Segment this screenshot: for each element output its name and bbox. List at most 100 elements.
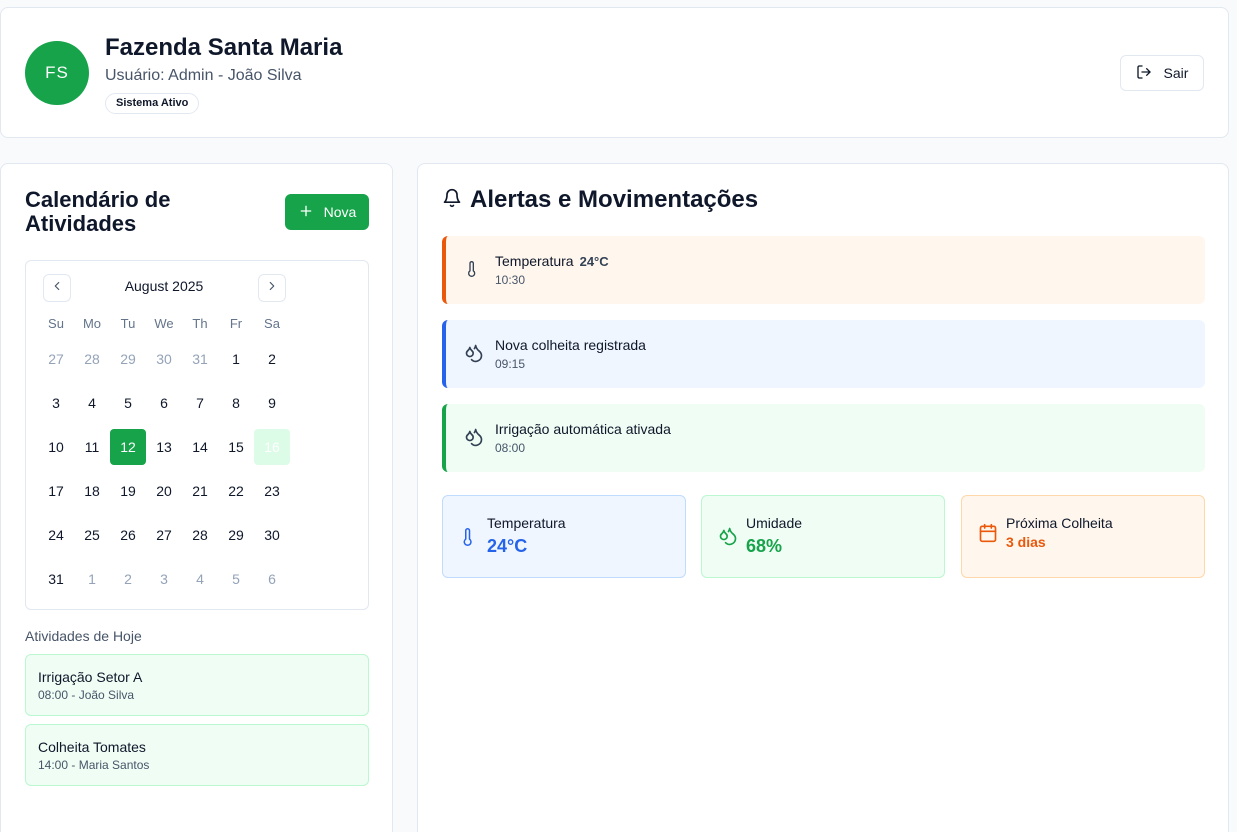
stat-value: 68% <box>746 536 783 556</box>
calendar-day[interactable]: 30 <box>146 341 182 377</box>
calendar-day[interactable]: 22 <box>218 473 254 509</box>
weekday-label: Mo <box>82 316 102 331</box>
calendar-day[interactable]: 25 <box>74 517 110 553</box>
calendar-day[interactable]: 27 <box>38 341 74 377</box>
thermometer-icon <box>464 259 480 284</box>
calendar-day[interactable]: 28 <box>182 517 218 553</box>
droplets-icon <box>464 427 484 452</box>
next-harvest-stat-card: Próxima Colheita 3 dias <box>961 495 1205 578</box>
stat-label: Temperatura <box>487 515 566 531</box>
avatar: FS <box>25 41 89 105</box>
calendar-day[interactable]: 28 <box>74 341 110 377</box>
calendar-day[interactable]: 3 <box>38 385 74 421</box>
new-activity-label: Nova <box>323 204 357 220</box>
calendar-day[interactable]: 2 <box>254 341 290 377</box>
humidity-stat-card: Umidade 68% <box>701 495 945 578</box>
calendar-day[interactable]: 9 <box>254 385 290 421</box>
alert-item[interactable]: Irrigação automática ativada 08:00 <box>442 404 1205 472</box>
month-label: August 2025 <box>124 278 204 294</box>
weekday-label: Th <box>192 316 208 331</box>
logout-button[interactable]: Sair <box>1120 55 1204 91</box>
calendar-day[interactable]: 1 <box>74 561 110 597</box>
logout-label: Sair <box>1163 65 1189 81</box>
weekday-label: Fr <box>229 316 243 331</box>
calendar-icon <box>978 523 998 548</box>
weekday-label: Tu <box>120 316 136 331</box>
activity-item[interactable]: Colheita Tomates 14:00 - Maria Santos <box>25 724 369 786</box>
alert-item[interactable]: Temperatura 24°C 10:30 <box>442 236 1205 304</box>
calendar-day[interactable]: 29 <box>218 517 254 553</box>
calendar-day[interactable]: 14 <box>182 429 218 465</box>
calendar-day[interactable]: 11 <box>74 429 110 465</box>
calendar-day[interactable]: 20 <box>146 473 182 509</box>
calendar-day[interactable]: 8 <box>218 385 254 421</box>
calendar-day[interactable]: 31 <box>182 341 218 377</box>
thermometer-icon <box>459 526 477 553</box>
calendar-day[interactable]: 29 <box>110 341 146 377</box>
stat-label: Próxima Colheita <box>1006 515 1113 531</box>
temperature-stat-card: Temperatura 24°C <box>442 495 686 578</box>
weekday-label: Su <box>48 316 64 331</box>
stat-value: 24°C <box>487 536 528 556</box>
calendar-day[interactable]: 13 <box>146 429 182 465</box>
activity-title: Irrigação Setor A <box>38 669 143 685</box>
activity-title: Colheita Tomates <box>38 739 146 755</box>
calendar: August 2025 Su Mo Tu We Th Fr Sa 27 28 29 30 31 1 2 3… <box>25 260 369 610</box>
calendar-day[interactable]: 24 <box>38 517 74 553</box>
alert-badge: 24°C <box>579 254 609 269</box>
stat-label: Umidade <box>746 515 803 531</box>
farm-name: Fazenda Santa Maria <box>105 34 343 61</box>
calendar-day[interactable]: 31 <box>38 561 74 597</box>
calendar-day[interactable]: 5 <box>110 385 146 421</box>
calendar-day-selected[interactable]: 12 <box>110 429 146 465</box>
weekday-label: Sa <box>264 316 280 331</box>
calendar-day[interactable]: 26 <box>110 517 146 553</box>
activity-subtitle: 14:00 - Maria Santos <box>38 758 150 772</box>
previous-month-button[interactable] <box>43 274 71 302</box>
calendar-day[interactable]: 15 <box>218 429 254 465</box>
logout-icon <box>1136 64 1152 83</box>
calendar-day[interactable]: 3 <box>146 561 182 597</box>
calendar-day[interactable]: 19 <box>110 473 146 509</box>
calendar-day[interactable]: 4 <box>74 385 110 421</box>
calendar-day[interactable]: 6 <box>254 561 290 597</box>
calendar-day[interactable]: 23 <box>254 473 290 509</box>
calendar-day[interactable]: 21 <box>182 473 218 509</box>
alerts-title: Alertas e Movimentações <box>470 186 759 213</box>
droplets-icon <box>464 343 484 368</box>
calendar-day[interactable]: 7 <box>182 385 218 421</box>
today-activities-title: Atividades de Hoje <box>25 628 142 644</box>
calendar-day[interactable]: 2 <box>110 561 146 597</box>
calendar-panel: Calendário de Atividades Nova August 202… <box>0 163 393 832</box>
calendar-day[interactable]: 1 <box>218 341 254 377</box>
droplets-icon <box>718 526 738 551</box>
alert-title: Irrigação automática ativada <box>495 421 671 437</box>
alert-item[interactable]: Nova colheita registrada 09:15 <box>442 320 1205 388</box>
calendar-day[interactable]: 4 <box>182 561 218 597</box>
calendar-day[interactable]: 6 <box>146 385 182 421</box>
alert-time: 09:15 <box>495 357 526 371</box>
weekday-header: Su Mo Tu We Th Fr Sa <box>38 316 290 331</box>
calendar-day[interactable]: 30 <box>254 517 290 553</box>
user-line: Usuário: Admin - João Silva <box>105 67 302 84</box>
plus-icon <box>298 203 314 222</box>
bell-icon <box>442 188 462 213</box>
alert-title: Nova colheita registrada <box>495 337 646 353</box>
chevron-left-icon <box>50 279 64 298</box>
activity-subtitle: 08:00 - João Silva <box>38 688 135 702</box>
alert-time: 10:30 <box>495 273 526 287</box>
calendar-day[interactable]: 10 <box>38 429 74 465</box>
calendar-day[interactable]: 27 <box>146 517 182 553</box>
alerts-panel: Alertas e Movimentações Temperatura 24°C … <box>417 163 1229 832</box>
activity-item[interactable]: Irrigação Setor A 08:00 - João Silva <box>25 654 369 716</box>
alerts-header: Alertas e Movimentações <box>442 186 758 214</box>
calendar-day-today[interactable]: 16 <box>254 429 290 465</box>
weekday-label: We <box>154 316 174 331</box>
new-activity-button[interactable]: Nova <box>285 194 369 230</box>
calendar-day[interactable]: 18 <box>74 473 110 509</box>
next-month-button[interactable] <box>258 274 286 302</box>
calendar-title: Calendário de Atividades <box>25 187 171 236</box>
alert-title-text: Temperatura <box>495 253 574 269</box>
calendar-day[interactable]: 17 <box>38 473 74 509</box>
calendar-day[interactable]: 5 <box>218 561 254 597</box>
